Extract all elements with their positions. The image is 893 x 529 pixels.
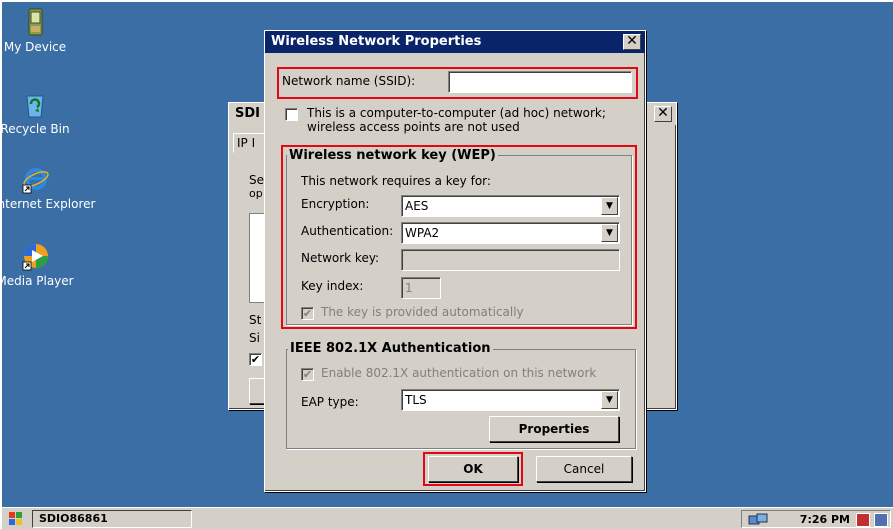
ssid-input[interactable] [448,71,632,93]
pda-icon [20,8,50,38]
enable-8021x-checkbox[interactable]: ✔ [301,368,314,381]
tab-label: IP I [237,136,256,150]
key-index-input[interactable]: 1 [401,277,441,299]
dialog-titlebar: Wireless Network Properties ✕ [265,31,645,53]
background-text: op [249,187,263,200]
taskbar: SDIO86861 7:26 PM [2,507,893,529]
key-index-label: Key index: [301,279,364,293]
desktop-icon-my-device[interactable]: My Device [2,8,76,54]
background-checkbox[interactable]: ✔ [249,353,262,366]
dialog-title: Wireless Network Properties [271,34,482,49]
ieee-8021x-group-title: IEEE 802.1X Authentication [288,341,493,356]
chevron-down-icon[interactable]: ▼ [601,391,618,409]
network-tray-icon[interactable] [748,513,768,529]
chevron-down-icon[interactable]: ▼ [601,197,618,215]
network-key-input[interactable] [401,249,620,271]
background-text: Si [249,331,260,345]
eap-type-label: EAP type: [301,395,359,409]
desktop-icon-media-player[interactable]: Media Player [2,242,76,288]
desktop-icon-internet-explorer[interactable]: Internet Explorer [2,165,96,211]
encryption-label: Encryption: [301,197,370,211]
recycle-bin-icon [20,90,50,120]
desktop-icon-label: Recycle Bin [2,122,70,136]
ok-button[interactable]: OK [428,456,518,482]
background-text: Se [249,173,264,187]
adhoc-label-line1: This is a computer-to-computer (ad hoc) … [307,106,606,120]
background-window-title: SDI [235,106,260,121]
chevron-down-icon[interactable]: ▼ [601,224,618,242]
system-tray: 7:26 PM [741,510,891,528]
properties-button[interactable]: Properties [489,416,619,442]
authentication-value: WPA2 [405,226,440,240]
input-panel-icon[interactable] [874,513,888,527]
windows-start-icon[interactable] [8,511,24,527]
desktop-tray-icon[interactable] [856,513,870,527]
desktop-icon-label: Internet Explorer [2,197,96,211]
media-player-icon [20,242,50,272]
wep-group-title: Wireless network key (WEP) [287,148,498,163]
ssid-label: Network name (SSID): [282,74,416,88]
taskbar-task-button[interactable]: SDIO86861 [32,510,192,528]
desktop-icon-recycle-bin[interactable]: Recycle Bin [2,90,76,136]
desktop-icon-label: Media Player [2,274,74,288]
background-text: St [249,313,262,327]
authentication-select[interactable]: WPA2 ▼ [401,222,620,244]
encryption-select[interactable]: AES ▼ [401,195,620,217]
cancel-button[interactable]: Cancel [536,456,632,482]
eap-type-value: TLS [405,393,427,407]
eap-type-select[interactable]: TLS ▼ [401,389,620,411]
wireless-network-properties-dialog: Wireless Network Properties ✕ Network na… [264,30,646,492]
internet-explorer-icon [20,165,50,195]
enable-8021x-label: Enable 802.1X authentication on this net… [321,366,597,380]
auto-key-label: The key is provided automatically [321,305,524,319]
close-icon[interactable]: ✕ [623,34,641,50]
desktop: My Device Recycle Bin Internet Explorer [2,2,893,529]
network-key-label: Network key: [301,251,380,265]
background-window-close-icon[interactable]: ✕ [654,106,672,122]
clock: 7:26 PM [799,513,850,526]
authentication-label: Authentication: [301,224,394,238]
auto-key-checkbox[interactable]: ✔ [301,307,314,320]
adhoc-checkbox[interactable] [285,108,298,121]
adhoc-label-line2: wireless access points are not used [307,120,520,134]
encryption-value: AES [405,199,429,213]
desktop-icon-label: My Device [3,40,67,54]
requires-key-label: This network requires a key for: [301,174,491,188]
